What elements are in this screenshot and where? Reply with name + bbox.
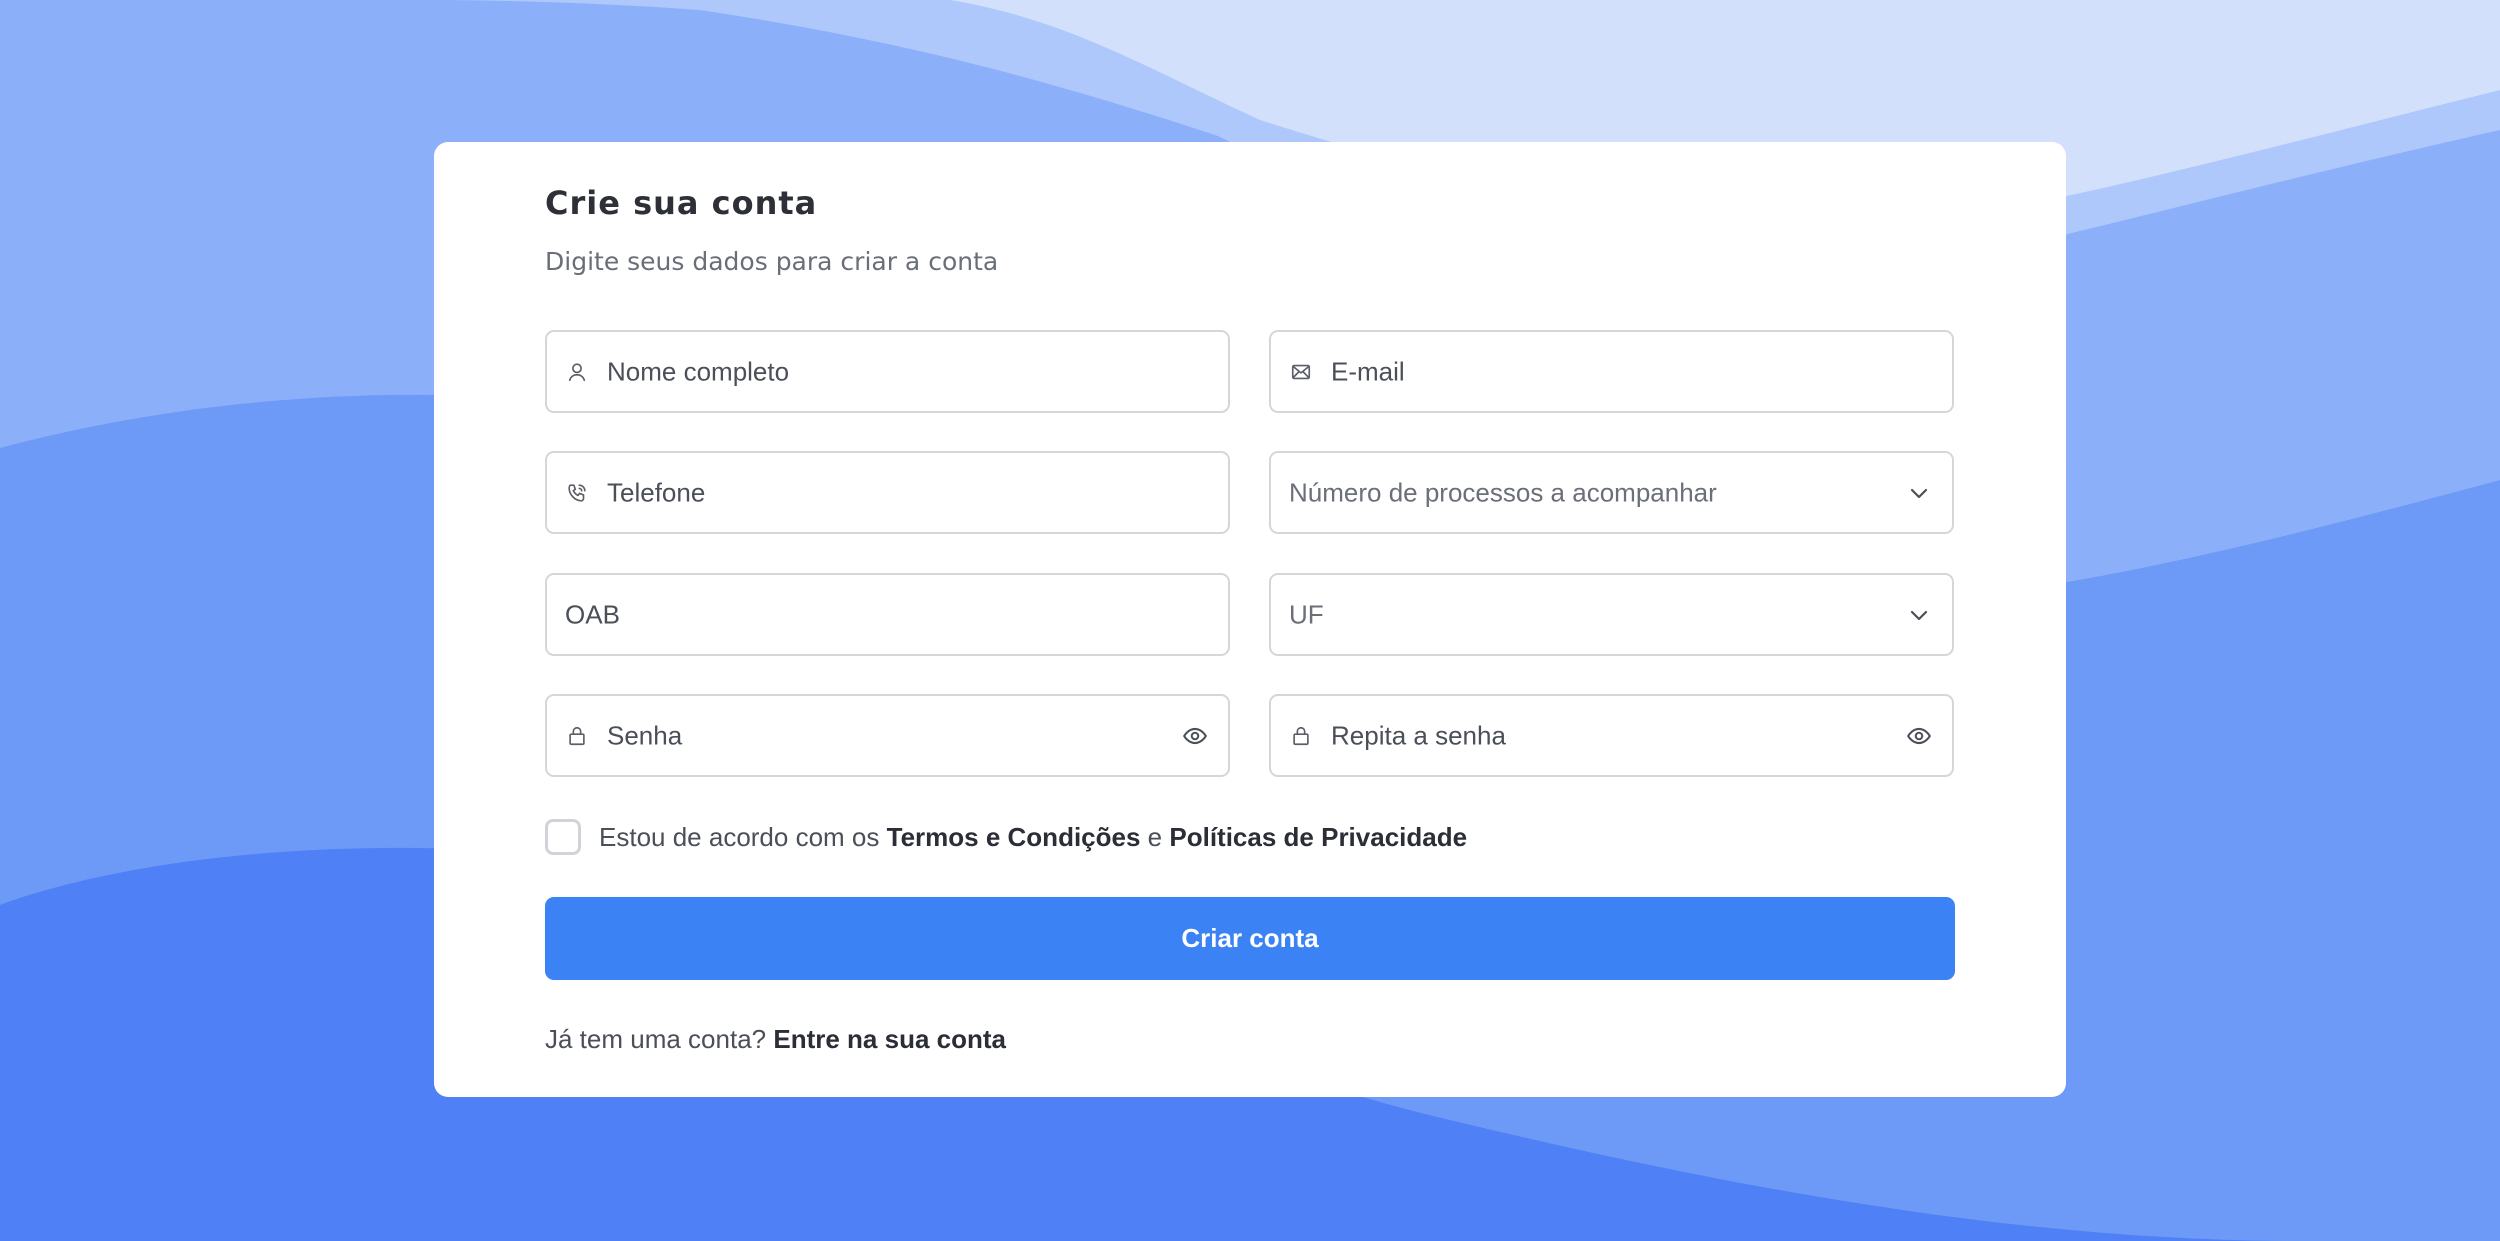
process-count-select[interactable]: Número de processos a acompanhar	[1269, 451, 1954, 534]
user-icon	[564, 359, 590, 385]
oab-placeholder: OAB	[565, 599, 620, 629]
terms-connector: e	[1147, 821, 1163, 852]
eye-icon[interactable]	[1904, 721, 1934, 751]
lock-icon	[1288, 723, 1314, 749]
signup-card: Crie sua conta Digite seus dados para cr…	[434, 142, 2066, 1097]
page-background: Crie sua conta Digite seus dados para cr…	[0, 0, 2500, 1241]
full-name-placeholder: Nome completo	[607, 356, 790, 386]
chevron-down-icon	[1904, 478, 1934, 508]
lock-icon	[564, 723, 590, 749]
repeat-password-placeholder: Repita a senha	[1331, 720, 1506, 750]
create-account-button[interactable]: Criar conta	[545, 897, 1955, 980]
terms-link[interactable]: Termos e Condições	[887, 822, 1141, 852]
repeat-password-field[interactable]: Repita a senha	[1269, 694, 1954, 777]
full-name-field[interactable]: Nome completo	[545, 330, 1230, 413]
eye-icon[interactable]	[1180, 721, 1210, 751]
terms-checkbox[interactable]	[545, 819, 581, 855]
email-field[interactable]: E-mail	[1269, 330, 1954, 413]
envelope-icon	[1288, 359, 1314, 385]
phone-placeholder: Telefone	[607, 477, 706, 507]
page-subtitle: Digite seus dados para criar a conta	[545, 247, 999, 276]
process-count-placeholder: Número de processos a acompanhar	[1289, 477, 1717, 507]
privacy-link[interactable]: Políticas de Privacidade	[1169, 822, 1467, 852]
page-title: Crie sua conta	[545, 184, 818, 222]
terms-prefix: Estou de acordo com os	[599, 821, 880, 852]
terms-row: Estou de acordo com os Termos e Condiçõe…	[545, 818, 1467, 856]
login-prompt: Já tem uma conta?	[545, 1024, 767, 1054]
terms-text: Estou de acordo com os Termos e Condiçõe…	[599, 822, 1467, 853]
phone-field[interactable]: Telefone	[545, 451, 1230, 534]
phone-icon	[564, 480, 590, 506]
oab-field[interactable]: OAB	[545, 573, 1230, 656]
uf-placeholder: UF	[1289, 599, 1324, 629]
password-placeholder: Senha	[607, 720, 683, 750]
uf-select[interactable]: UF	[1269, 573, 1954, 656]
chevron-down-icon	[1904, 600, 1934, 630]
login-link[interactable]: Entre na sua conta	[773, 1024, 1006, 1054]
password-field[interactable]: Senha	[545, 694, 1230, 777]
email-placeholder: E-mail	[1331, 356, 1405, 386]
login-line: Já tem uma conta? Entre na sua conta	[545, 1024, 1006, 1055]
